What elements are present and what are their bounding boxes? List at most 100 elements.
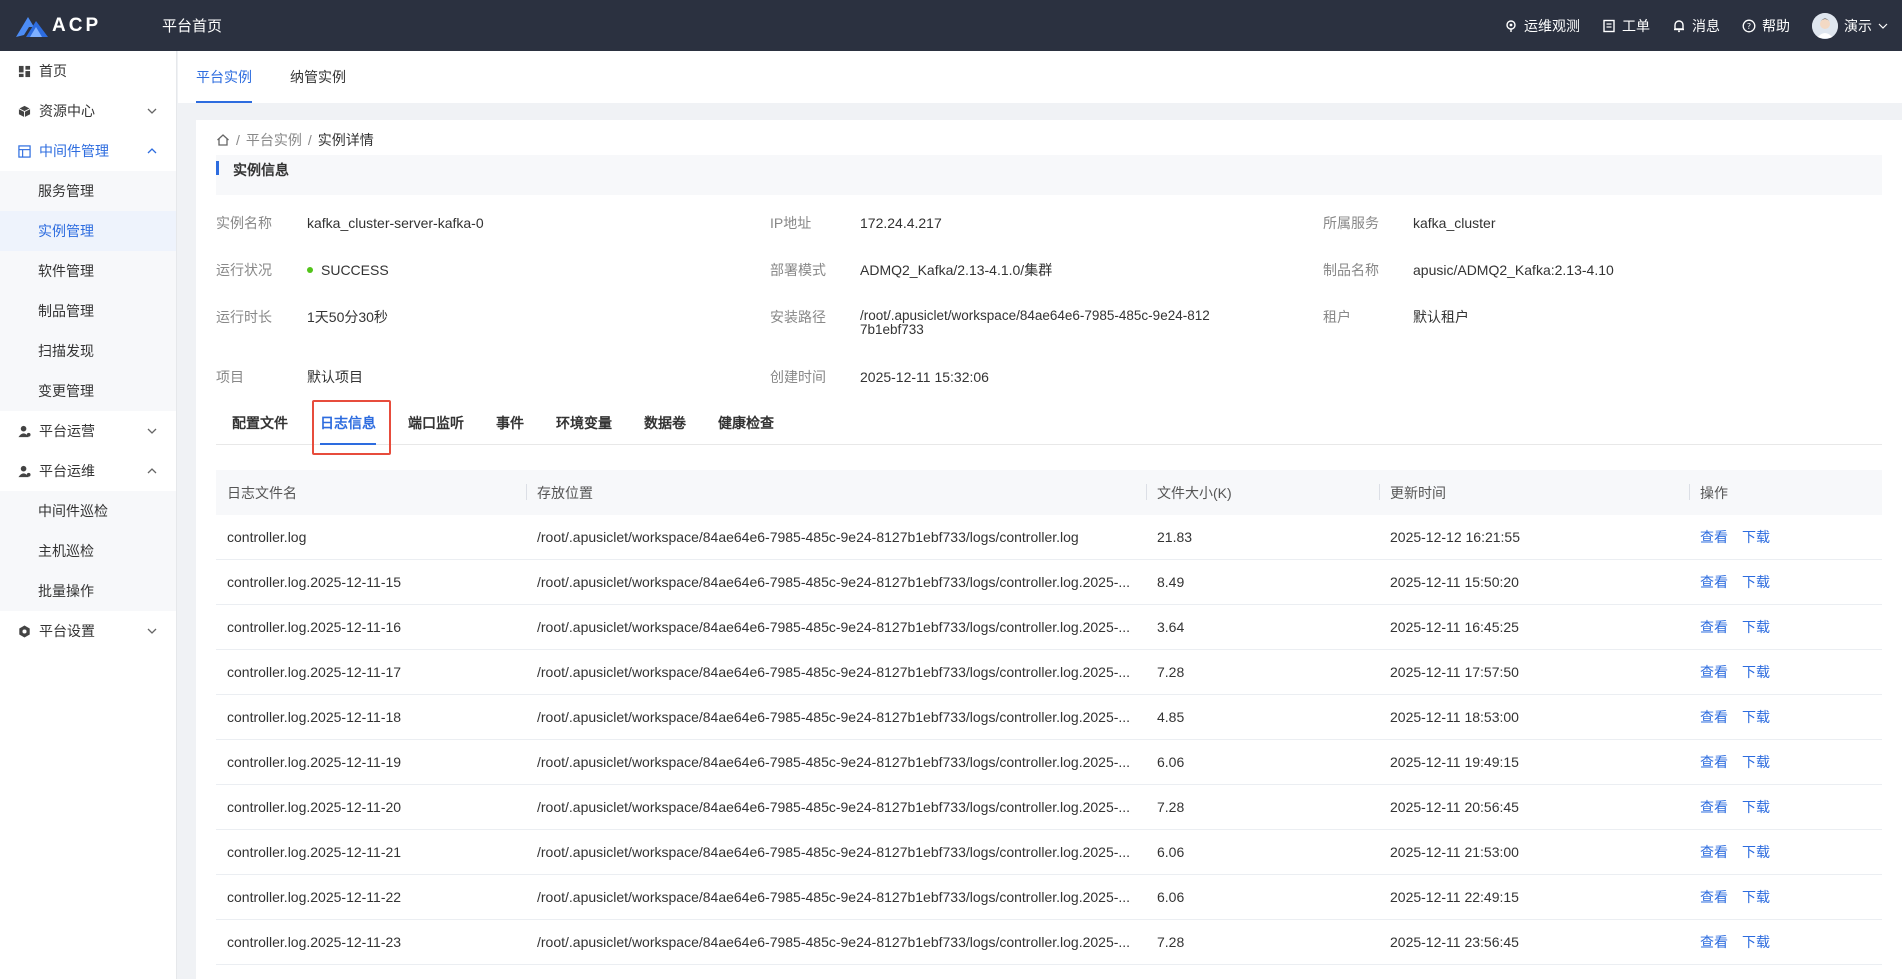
sidebar-item-artifact-management[interactable]: 制品管理 xyxy=(0,291,176,331)
sidebar-item-batch-operation[interactable]: 批量操作 xyxy=(0,571,176,611)
status-badge: SUCCESS xyxy=(307,262,389,278)
install-path-label: 安装路径 xyxy=(770,309,826,325)
log-location: /root/.apusiclet/workspace/84ae64e6-7985… xyxy=(537,619,1131,635)
service-label: 所属服务 xyxy=(1323,215,1379,231)
log-location: /root/.apusiclet/workspace/84ae64e6-7985… xyxy=(537,934,1131,950)
tenant-value: 默认租户 xyxy=(1413,309,1469,325)
sidebar-item-platform-settings[interactable]: 平台设置 xyxy=(0,611,176,651)
sidebar-item-instance-management[interactable]: 实例管理 xyxy=(0,211,176,251)
user-menu[interactable]: 演示 xyxy=(1812,12,1888,39)
chevron-down-icon xyxy=(147,108,157,114)
view-button[interactable]: 查看 xyxy=(1700,529,1728,545)
user-gear-icon xyxy=(17,425,31,437)
tab-port-listen[interactable]: 端口监听 xyxy=(392,400,480,445)
home-title[interactable]: 平台首页 xyxy=(162,15,222,36)
row-actions: 查看 下载 xyxy=(1689,752,1882,772)
tab-config-files[interactable]: 配置文件 xyxy=(216,400,304,445)
row-actions: 查看 下载 xyxy=(1689,617,1882,637)
download-button[interactable]: 下载 xyxy=(1742,934,1770,950)
dashboard-icon xyxy=(18,65,30,77)
log-updated-time: 2025-12-12 16:21:55 xyxy=(1390,529,1520,545)
table-row: controller.log.2025-12-11-20/root/.apusi… xyxy=(216,785,1882,830)
sidebar-item-middleware[interactable]: 中间件管理 xyxy=(0,131,176,171)
log-filename: controller.log.2025-12-11-17 xyxy=(227,664,402,680)
download-button[interactable]: 下载 xyxy=(1742,889,1770,905)
download-button[interactable]: 下载 xyxy=(1742,844,1770,860)
sidebar-item-platform-maintenance[interactable]: 平台运维 xyxy=(0,451,176,491)
project-value: 默认项目 xyxy=(307,369,363,385)
chevron-down-icon xyxy=(147,428,157,434)
download-button[interactable]: 下载 xyxy=(1742,754,1770,770)
chevron-down-icon xyxy=(1878,23,1888,29)
row-actions: 查看 下载 xyxy=(1689,707,1882,727)
view-button[interactable]: 查看 xyxy=(1700,934,1728,950)
status-dot xyxy=(307,267,313,274)
help-icon: ? xyxy=(1742,19,1756,32)
log-location: /root/.apusiclet/workspace/84ae64e6-7985… xyxy=(537,574,1131,590)
sidebar-item-scan-discovery[interactable]: 扫描发现 xyxy=(0,331,176,371)
sidebar-item-label: 平台运营 xyxy=(39,423,95,439)
instance-name-value: kafka_cluster-server-kafka-0 xyxy=(307,215,484,231)
middleware-icon xyxy=(17,144,31,158)
logo-text: ACP xyxy=(52,14,102,36)
view-button[interactable]: 查看 xyxy=(1700,619,1728,635)
ticket-button[interactable]: 工单 xyxy=(1602,16,1650,36)
view-button[interactable]: 查看 xyxy=(1700,664,1728,680)
instance-info: 实例名称 kafka_cluster-server-kafka-0 IP地址 1… xyxy=(196,120,1902,385)
download-button[interactable]: 下载 xyxy=(1742,619,1770,635)
sidebar-item-software-management[interactable]: 软件管理 xyxy=(0,251,176,291)
download-button[interactable]: 下载 xyxy=(1742,799,1770,815)
view-button[interactable]: 查看 xyxy=(1700,754,1728,770)
tab-health-check[interactable]: 健康检查 xyxy=(702,400,790,445)
message-button[interactable]: 消息 xyxy=(1672,16,1720,36)
view-button[interactable]: 查看 xyxy=(1700,844,1728,860)
tab-log-info[interactable]: 日志信息 xyxy=(304,400,392,445)
view-button[interactable]: 查看 xyxy=(1700,574,1728,590)
download-button[interactable]: 下载 xyxy=(1742,664,1770,680)
created-value: 2025-12-11 15:32:06 xyxy=(860,369,989,385)
download-button[interactable]: 下载 xyxy=(1742,574,1770,590)
uptime-label: 运行时长 xyxy=(216,309,272,325)
install-path-value: /root/.apusiclet/workspace/84ae64e6-7985… xyxy=(860,308,1210,337)
column-header-size: 文件大小(K) xyxy=(1146,470,1379,515)
user-gear-icon xyxy=(17,465,31,477)
observe-button[interactable]: 运维观测 xyxy=(1504,16,1580,36)
table-row: controller.log/root/.apusiclet/workspace… xyxy=(216,515,1882,560)
row-actions: 查看 下载 xyxy=(1689,662,1882,682)
log-updated-time: 2025-12-11 16:45:25 xyxy=(1390,619,1519,635)
row-actions: 查看 下载 xyxy=(1689,842,1882,862)
help-button[interactable]: ? 帮助 xyxy=(1742,16,1790,36)
download-button[interactable]: 下载 xyxy=(1742,529,1770,545)
log-filename: controller.log.2025-12-11-18 xyxy=(227,709,402,725)
tab-volumes[interactable]: 数据卷 xyxy=(628,400,702,445)
log-updated-time: 2025-12-11 17:57:50 xyxy=(1390,664,1519,680)
log-location: /root/.apusiclet/workspace/84ae64e6-7985… xyxy=(537,844,1131,860)
sidebar-item-change-management[interactable]: 变更管理 xyxy=(0,371,176,411)
log-size: 7.28 xyxy=(1157,934,1185,950)
chevron-up-icon xyxy=(147,148,157,154)
download-button[interactable]: 下载 xyxy=(1742,709,1770,725)
sidebar-item-resource-center[interactable]: 资源中心 xyxy=(0,91,176,131)
bell-icon xyxy=(1674,19,1684,32)
table-row: controller.log.2025-12-11-18/root/.apusi… xyxy=(216,695,1882,740)
sidebar-item-host-inspection[interactable]: 主机巡检 xyxy=(0,531,176,571)
logo[interactable]: ACP xyxy=(0,15,162,37)
view-button[interactable]: 查看 xyxy=(1700,799,1728,815)
log-filename: controller.log xyxy=(227,529,307,545)
sidebar-item-middleware-inspection[interactable]: 中间件巡检 xyxy=(0,491,176,531)
tab-platform-instance[interactable]: 平台实例 xyxy=(196,51,252,103)
sidebar-item-home[interactable]: 首页 xyxy=(0,51,176,91)
log-location: /root/.apusiclet/workspace/84ae64e6-7985… xyxy=(537,709,1131,725)
ticket-icon xyxy=(1603,19,1615,32)
column-header-actions: 操作 xyxy=(1689,470,1882,515)
sidebar-item-label: 资源中心 xyxy=(39,103,95,119)
view-button[interactable]: 查看 xyxy=(1700,709,1728,725)
view-button[interactable]: 查看 xyxy=(1700,889,1728,905)
tab-events[interactable]: 事件 xyxy=(480,400,540,445)
table-row: controller.log.2025-12-11-23/root/.apusi… xyxy=(216,920,1882,965)
sidebar: 首页 资源中心 中间件管理 服务管理 实例管理 软件管理 制品管理 扫描发现 变… xyxy=(0,51,177,979)
sidebar-item-platform-operation[interactable]: 平台运营 xyxy=(0,411,176,451)
sidebar-item-service-management[interactable]: 服务管理 xyxy=(0,171,176,211)
tab-managed-instance[interactable]: 纳管实例 xyxy=(290,51,346,103)
tab-env-vars[interactable]: 环境变量 xyxy=(540,400,628,445)
